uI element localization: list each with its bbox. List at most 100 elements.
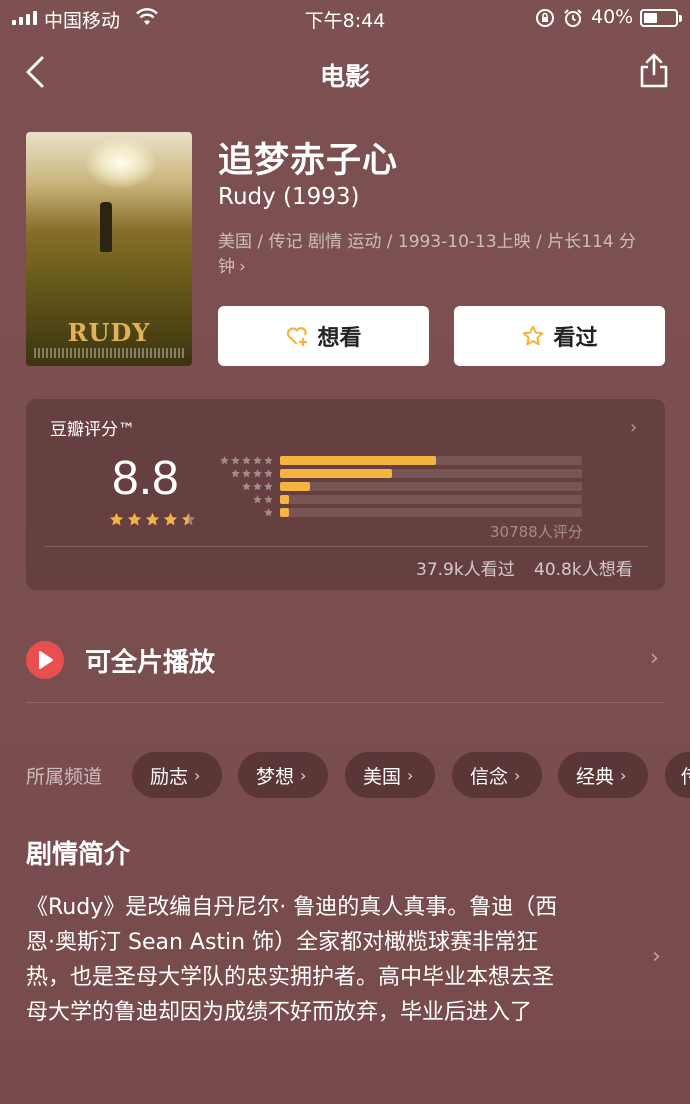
distribution-track: [280, 508, 582, 517]
rating-count: 30788人评分: [490, 523, 583, 541]
alarm-icon: [564, 9, 582, 27]
distribution-track: [280, 469, 582, 478]
distribution-row: [214, 467, 582, 480]
share-button[interactable]: [637, 52, 671, 90]
distribution-stars: [214, 481, 274, 492]
star-icon: [242, 469, 251, 478]
watched-count: 37.9k人看过: [416, 560, 515, 580]
play-label: 可全片播放: [85, 648, 216, 678]
rating-card[interactable]: 豆瓣评分™ › 8.8 30788人评分 37.9k人看过 40.8k人想看: [26, 399, 665, 590]
distribution-bar: [280, 456, 436, 465]
distribution-row: [214, 454, 582, 467]
meta-chevron-icon: ›: [239, 257, 246, 277]
chevron-right-icon: ›: [194, 765, 201, 785]
distribution-track: [280, 482, 582, 491]
star-icon: [127, 512, 142, 526]
distribution-stars: [214, 468, 274, 479]
synopsis-line: 《Rudy》是改编自丹尼尔· 鲁迪的真人真事。鲁迪（西: [26, 895, 558, 920]
channel-chip-label: 美国: [363, 765, 402, 788]
section-divider: [26, 702, 665, 703]
status-time: 下午8:44: [304, 10, 386, 32]
poster-title: RUDY: [67, 318, 151, 347]
movie-detail-page: 中国移动 下午8:44 40% 电影 RUDY 追梦赤子心 Rudy (1993…: [0, 0, 690, 1104]
distribution-bar: [280, 495, 290, 504]
distribution-row: [214, 480, 582, 493]
rating-stars: [108, 511, 197, 528]
star-icon: [181, 512, 196, 526]
battery-percentage: 40%: [591, 6, 634, 28]
want-label: 想看: [317, 326, 362, 351]
watched-label: 看过: [553, 326, 598, 351]
channel-chip-label: 信念: [470, 765, 509, 788]
rating-chevron-icon: ›: [630, 417, 638, 438]
want-to-watch-button[interactable]: 想看: [218, 306, 429, 366]
rating-divider: [44, 546, 648, 547]
rotation-lock-icon: [536, 9, 554, 27]
channel-chip[interactable]: 美国 ›: [345, 752, 435, 798]
star-icon: [264, 495, 273, 504]
distribution-bar: [280, 508, 290, 517]
channel-chip-label: 经典: [576, 765, 615, 788]
channel-chip[interactable]: 信念 ›: [452, 752, 542, 798]
rating-label: 豆瓣评分™: [50, 420, 135, 440]
star-icon: [253, 495, 262, 504]
watched-button[interactable]: 看过: [454, 306, 665, 366]
channel-chip-label: 梦想: [256, 765, 295, 788]
distribution-track: [280, 456, 582, 465]
star-icon: [220, 456, 229, 465]
page-title: 电影: [319, 62, 370, 91]
star-icon: [109, 512, 124, 526]
star-outline-icon: [523, 325, 544, 346]
channel-chip-label: 传: [681, 762, 690, 789]
channel-label: 所属频道: [26, 766, 103, 788]
chevron-right-icon: ›: [407, 765, 414, 785]
distribution-bar: [280, 469, 392, 478]
synopsis-line: 恩·奥斯汀 Sean Astin 饰）全家都对橄榄球赛非常狂: [26, 930, 539, 955]
star-icon: [264, 456, 273, 465]
meta-line-2: 钟: [218, 257, 235, 277]
movie-poster[interactable]: RUDY: [26, 132, 192, 366]
chevron-right-icon: ›: [650, 646, 659, 671]
star-icon: [264, 469, 273, 478]
star-icon: [231, 456, 240, 465]
chevron-right-icon: ›: [514, 765, 521, 785]
synopsis-text[interactable]: 《Rudy》是改编自丹尼尔· 鲁迪的真人真事。鲁迪（西 恩·奥斯汀 Sean A…: [26, 890, 641, 1030]
synopsis-line: 母大学的鲁迪却因为成绩不好而放弃，毕业后进入了: [26, 1000, 533, 1025]
heart-plus-icon: [287, 327, 308, 346]
star-icon: [163, 512, 178, 526]
status-bar: 中国移动 下午8:44 40%: [0, 0, 690, 36]
synopsis-line: 热，也是圣母大学队的忠实拥护者。高中毕业本想去圣: [26, 965, 555, 990]
distribution-row: [214, 506, 582, 519]
distribution-stars: [214, 494, 274, 505]
distribution-stars: [214, 507, 274, 518]
chevron-right-icon: ›: [300, 765, 307, 785]
channel-chip-label: 励志: [150, 765, 189, 788]
rating-score: 8.8: [112, 452, 179, 505]
chevron-right-icon: ›: [620, 765, 627, 785]
play-full-movie-row[interactable]: 可全片播放 ›: [26, 636, 665, 686]
distribution-track: [280, 495, 582, 504]
star-icon: [242, 456, 251, 465]
synopsis-expand-icon[interactable]: ›: [652, 944, 661, 969]
synopsis-title: 剧情简介: [26, 840, 131, 870]
star-icon: [231, 469, 240, 478]
movie-meta[interactable]: 美国 / 传记 剧情 运动 / 1993-10-13上映 / 片长114 分 钟…: [218, 230, 664, 280]
star-icon: [145, 512, 160, 526]
distribution-stars: [214, 455, 274, 466]
distribution-bar: [280, 482, 311, 491]
play-circle-icon: [26, 641, 64, 679]
channel-chip[interactable]: 经典 ›: [558, 752, 648, 798]
star-icon: [264, 508, 273, 517]
star-icon: [253, 482, 262, 491]
star-icon: [242, 482, 251, 491]
channel-chip[interactable]: 励志 ›: [132, 752, 222, 798]
channel-chip[interactable]: 梦想 ›: [238, 752, 328, 798]
battery-icon: [640, 9, 682, 27]
movie-title: 追梦赤子心: [218, 141, 399, 181]
star-icon: [253, 469, 262, 478]
meta-line-1: 美国 / 传记 剧情 运动 / 1993-10-13上映 / 片长114 分: [218, 232, 637, 252]
star-icon: [253, 456, 262, 465]
distribution-row: [214, 493, 582, 506]
movie-subtitle: Rudy (1993): [218, 184, 360, 210]
channel-chip[interactable]: 传: [665, 752, 690, 798]
